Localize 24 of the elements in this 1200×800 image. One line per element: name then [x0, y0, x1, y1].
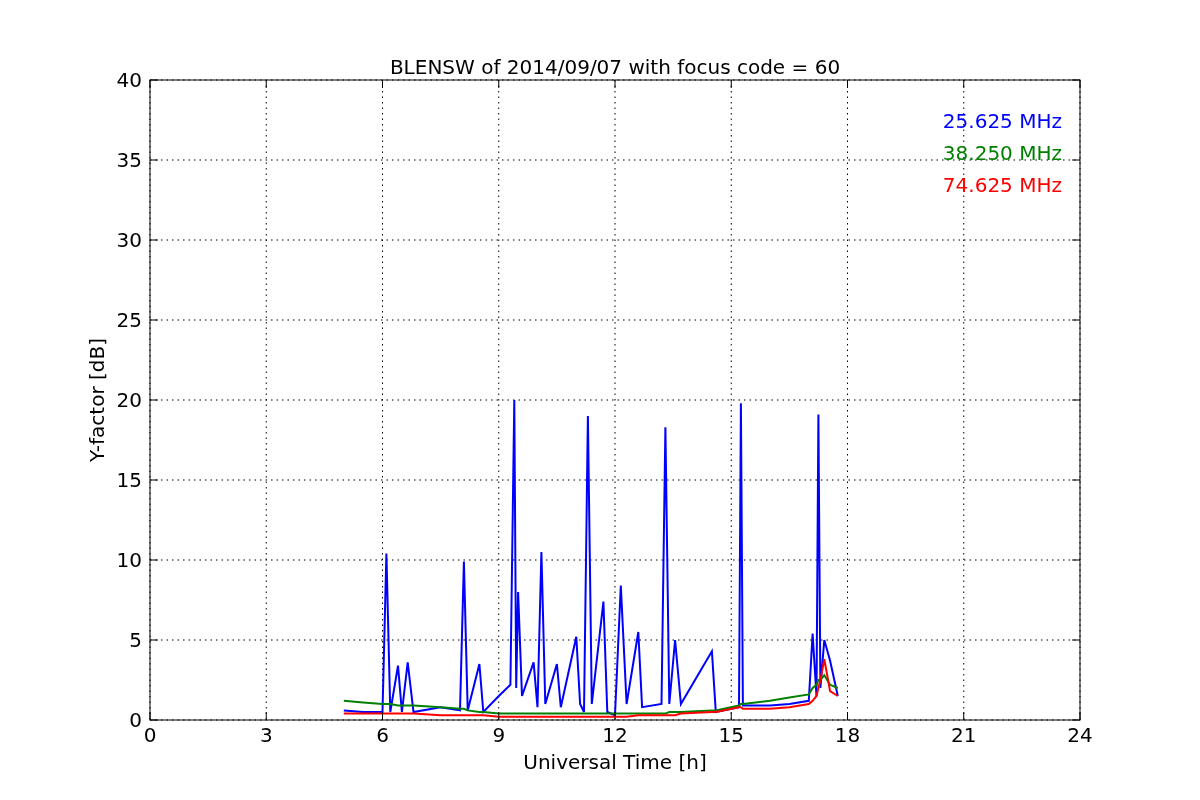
x-tick-label: 6 [376, 723, 389, 747]
y-axis-label: Y-factor [dB] [85, 338, 109, 462]
x-tick-label: 24 [1067, 723, 1093, 747]
x-tick-label: 15 [718, 723, 744, 747]
y-tick-label: 0 [129, 708, 142, 732]
legend-label: 25.625 MHz [942, 109, 1062, 133]
x-tick-label: 12 [602, 723, 628, 747]
y-tick-label: 10 [116, 548, 142, 572]
x-tick-label: 21 [951, 723, 977, 747]
chart-title: BLENSW of 2014/09/07 with focus code = 60 [389, 55, 841, 79]
y-tick-label: 20 [116, 388, 142, 412]
y-tick-label: 15 [116, 468, 142, 492]
x-tick-label: 9 [492, 723, 506, 747]
legend-label: 74.625 MHz [942, 173, 1062, 197]
x-axis-label: Universal Time [h] [523, 750, 707, 774]
x-tick-label: 0 [143, 723, 157, 747]
legend-label: 38.250 MHz [942, 141, 1062, 165]
x-tick-label: 3 [259, 723, 273, 747]
y-tick-label: 35 [116, 148, 142, 172]
y-tick-label: 25 [116, 308, 142, 332]
y-tick-label: 40 [116, 68, 142, 92]
y-tick-label: 30 [116, 228, 142, 252]
y-tick-label: 5 [129, 628, 142, 652]
x-tick-label: 18 [834, 723, 861, 747]
